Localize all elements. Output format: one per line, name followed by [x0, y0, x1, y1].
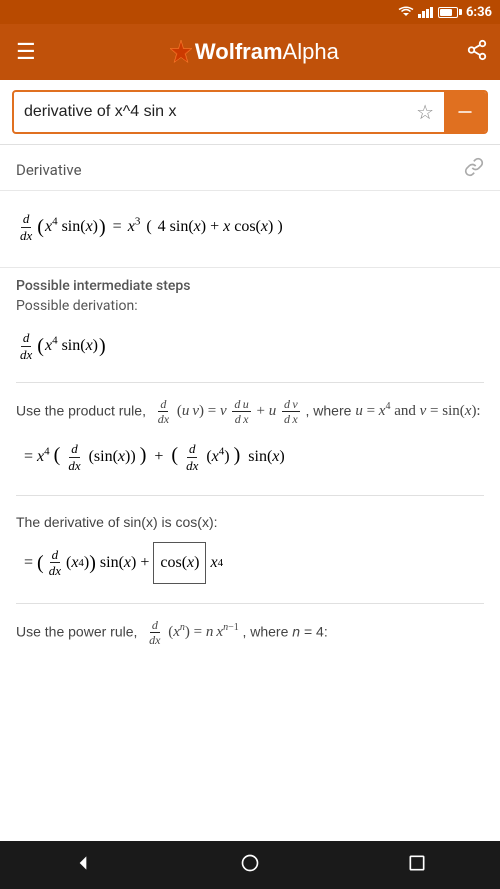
collapse-button[interactable]	[444, 92, 486, 132]
share-icon[interactable]	[466, 39, 488, 66]
derivative-result: d dx ( x4 sin(x) ) = x3 ( 4 sin(x) + x c…	[16, 205, 484, 249]
frac-d-dx-2: d dx	[18, 330, 34, 362]
recent-apps-button[interactable]	[387, 845, 447, 886]
logo-text: WolframAlpha	[195, 39, 339, 65]
search-bar-container: ☆	[0, 80, 500, 145]
search-bar: ☆	[12, 90, 488, 134]
where-label: where	[313, 402, 351, 418]
status-bar: 6:36	[0, 0, 500, 24]
favorite-button[interactable]: ☆	[406, 100, 444, 125]
main-content: Derivative d dx ( x4 sin(x) ) = x3 ( 4 s…	[0, 145, 500, 678]
search-input[interactable]	[14, 103, 406, 121]
minus-icon	[456, 103, 474, 121]
where-n-label: where n = 4:	[250, 623, 327, 639]
derivative-title: Derivative	[16, 161, 82, 179]
bottom-nav	[0, 841, 500, 889]
power-rule-section: Use the power rule, d dx (xn) = n xn−1 ,…	[0, 604, 500, 658]
signal-icon	[418, 6, 434, 18]
battery-icon	[438, 7, 458, 18]
home-button[interactable]	[220, 845, 280, 886]
link-icon[interactable]	[464, 157, 484, 182]
wolfram-star-icon	[167, 38, 195, 66]
possible-steps-label: Possible intermediate steps	[16, 278, 484, 294]
sin-derivative-label: The derivative of sin(x) is cos(x):	[16, 514, 218, 530]
sin-derivative-formula: = ( d dx (x4) ) sin(x) + cos(x) x4	[16, 535, 484, 593]
wifi-icon	[398, 6, 414, 18]
sin-derivative-text: The derivative of sin(x) is cos(x):	[16, 510, 484, 535]
product-rule-formula: = x4 ( d dx (sin(x)) ) + ( d dx (x4) ) s…	[16, 427, 484, 485]
frac-d-dx: d dx	[18, 211, 34, 243]
derivative-section-header: Derivative	[0, 145, 500, 191]
product-rule-text: Use the product rule, d dx (u v) = v d u…	[16, 397, 484, 427]
product-rule-section: Use the product rule, d dx (u v) = v d u…	[0, 383, 500, 495]
derivation-formula: d dx ( x4 sin(x) )	[16, 320, 484, 378]
cos-box: cos(x)	[153, 542, 206, 584]
status-icons: 6:36	[398, 5, 492, 20]
power-rule-text: Use the power rule, d dx (xn) = n xn−1 ,…	[16, 618, 484, 648]
sin-derivative-section: The derivative of sin(x) is cos(x): = ( …	[0, 496, 500, 603]
possible-derivation-label: Possible derivation:	[16, 298, 484, 314]
back-button[interactable]	[53, 845, 113, 886]
menu-icon[interactable]: ☰	[12, 36, 40, 69]
logo-container: WolframAlpha	[52, 38, 454, 66]
main-derivative-formula: d dx ( x4 sin(x) ) = x3 ( 4 sin(x) + x c…	[0, 191, 500, 268]
top-bar: ☰ WolframAlpha	[0, 24, 500, 80]
intermediate-steps-section: Possible intermediate steps Possible der…	[0, 268, 500, 382]
status-time: 6:36	[466, 5, 492, 20]
